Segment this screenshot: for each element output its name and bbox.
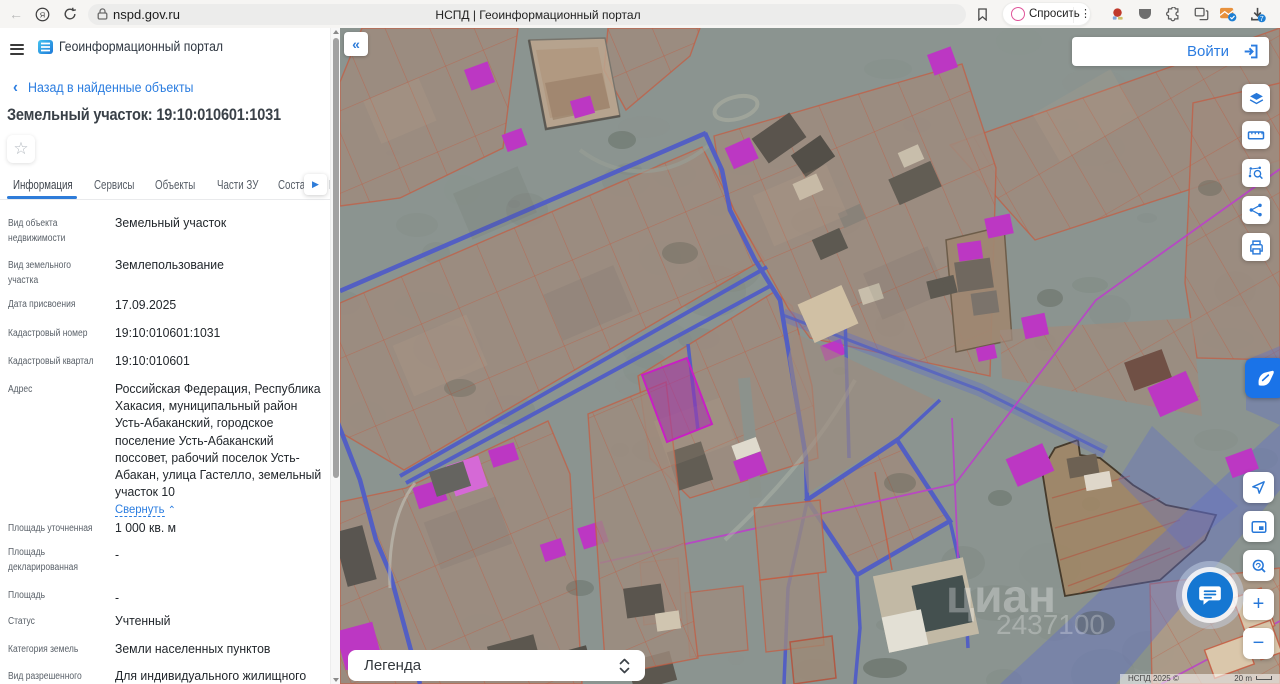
- svg-text:Я: Я: [39, 10, 44, 19]
- svg-text:2437100: 2437100: [996, 609, 1105, 640]
- svg-text:7: 7: [1260, 14, 1264, 22]
